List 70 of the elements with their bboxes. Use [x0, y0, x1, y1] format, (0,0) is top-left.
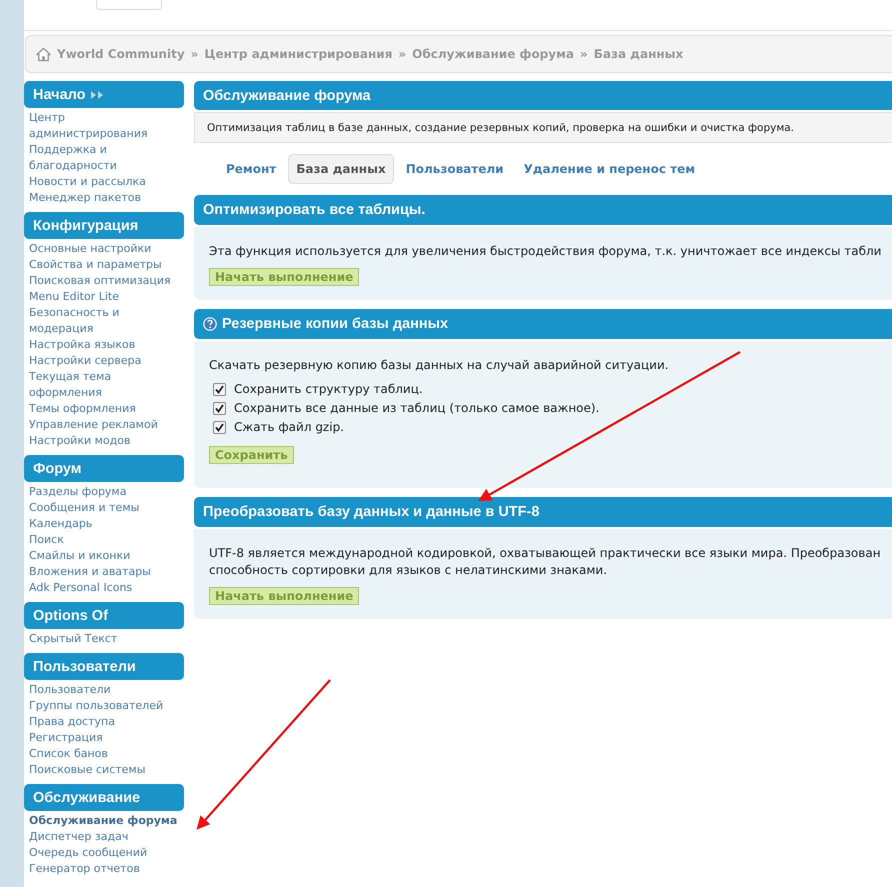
sidebar-item[interactable]: Свойства и параметры [24, 257, 184, 273]
sidebar-item[interactable]: Текущая тема оформления [24, 369, 184, 401]
sidebar-item[interactable]: Поддержка и благодарности [24, 142, 184, 174]
submit-button[interactable]: Сохранить [209, 446, 294, 464]
sidebar-title: Options Of [33, 608, 108, 624]
sidebar-item[interactable]: Вложения и аватары [24, 564, 184, 580]
breadcrumb-link[interactable]: Yworld Community [57, 47, 185, 61]
tab[interactable]: Удаление и перенос тем [516, 154, 704, 184]
section-title: Резервные копии базы данных [222, 316, 448, 332]
checkbox[interactable] [213, 420, 226, 434]
submit-button[interactable]: Начать выполнение [209, 587, 360, 605]
section-text: Скачать резервную копию базы данных на случай аварийной ситуации. [209, 357, 670, 374]
sidebar-item[interactable]: Очередь сообщений [24, 845, 184, 861]
sidebar-item[interactable]: Список банов [24, 746, 184, 762]
sidebar-item[interactable]: Поисковые системы [24, 762, 184, 778]
breadcrumb-separator: » [190, 47, 198, 61]
sidebar-item[interactable]: Настройки модов [24, 433, 184, 449]
sidebar-item[interactable]: Центр администрирования [24, 110, 184, 142]
sidebar-title: Пользователи [33, 658, 136, 674]
page-description: Оптимизация таблиц в базе данных, создание резервных копий, проверка на ошибки и очистка форума. [194, 112, 892, 143]
page-title: Обслуживание форума [194, 81, 892, 110]
sidebar-item[interactable]: Сообщения и темы [24, 500, 184, 516]
sidebar-title: Форум [33, 460, 82, 476]
sidebar-item[interactable]: Поиск [24, 532, 184, 548]
sidebar-item[interactable]: Пользователи [24, 682, 184, 698]
sidebar-item[interactable]: Основные настройки [24, 241, 184, 257]
sidebar-item[interactable]: Регистрация [24, 730, 184, 746]
sidebar-item[interactable]: Разделы форума [24, 484, 184, 500]
sidebar-item[interactable]: Поисковая оптимизация [24, 273, 184, 289]
sidebar-item[interactable]: Скрытый Текст [24, 631, 184, 647]
breadcrumb-separator: » [398, 47, 406, 61]
section-text: UTF-8 является международной кодировкой, охватывающей практически все языки мира. Преобразован способность сортировки для языков с нелатинскими знаками. [209, 545, 882, 579]
sidebar-item[interactable]: Права доступа [24, 714, 184, 730]
sidebar-title: Обслуживание [33, 790, 140, 806]
sidebar-item[interactable]: Генератор отчетов [24, 861, 184, 877]
tab[interactable]: Пользователи [398, 154, 512, 184]
sidebar-item[interactable]: Диспетчер задач [24, 829, 184, 845]
submit-button[interactable]: Начать выполнение [209, 268, 360, 286]
checkbox-label: Сжать файл gzip. [234, 420, 344, 434]
sidebar-item[interactable]: Обслуживание форума [24, 813, 184, 829]
double-arrow-icon[interactable] [90, 90, 104, 100]
sidebar-item[interactable]: Смайлы и иконки [24, 548, 184, 564]
sidebar-item[interactable]: Menu Editor Lite [24, 289, 184, 305]
checkbox[interactable] [213, 382, 226, 396]
section-title: Оптимизировать все таблицы. [203, 202, 426, 218]
sidebar-item[interactable]: Безопасность и модерация [24, 305, 184, 337]
checkbox-label: Сохранить структуру таблиц. [234, 382, 423, 396]
help-icon[interactable] [203, 317, 217, 331]
sidebar-item[interactable]: Темы оформления [24, 401, 184, 417]
sidebar-item[interactable]: Настройка языков [24, 337, 184, 353]
breadcrumb-separator: » [580, 47, 588, 61]
checkbox[interactable] [213, 402, 226, 414]
sidebar-item[interactable]: Новости и рассылка [24, 174, 184, 190]
sidebar-item[interactable]: Adk Personal Icons [24, 580, 184, 596]
section-text: Эта функция используется для увеличения быстродействия форума, т.к. уничтожает все индексы табли [209, 243, 882, 260]
tab[interactable]: База данных [288, 154, 394, 184]
sidebar-item[interactable]: Менеджер пакетов [24, 190, 184, 206]
breadcrumb-link[interactable]: База данных [594, 47, 684, 61]
breadcrumb-link[interactable]: Центр администрирования [204, 47, 392, 61]
tab[interactable]: Ремонт [218, 154, 284, 184]
sidebar-item[interactable]: Управление рекламой [24, 417, 184, 433]
home-icon[interactable] [36, 46, 51, 62]
breadcrumb-link[interactable]: Обслуживание форума [412, 47, 574, 61]
sidebar-item[interactable]: Календарь [24, 516, 184, 532]
sidebar-title: Начало [33, 86, 86, 102]
section-title: Преобразовать базу данных и данные в UTF-8 [203, 504, 540, 520]
sidebar-title: Конфигурация [33, 218, 138, 234]
sidebar-item[interactable]: Настройки сервера [24, 353, 184, 369]
sidebar-item[interactable]: Группы пользователей [24, 698, 184, 714]
checkbox-label: Сохранить все данные из таблиц (только самое важное). [234, 401, 600, 415]
